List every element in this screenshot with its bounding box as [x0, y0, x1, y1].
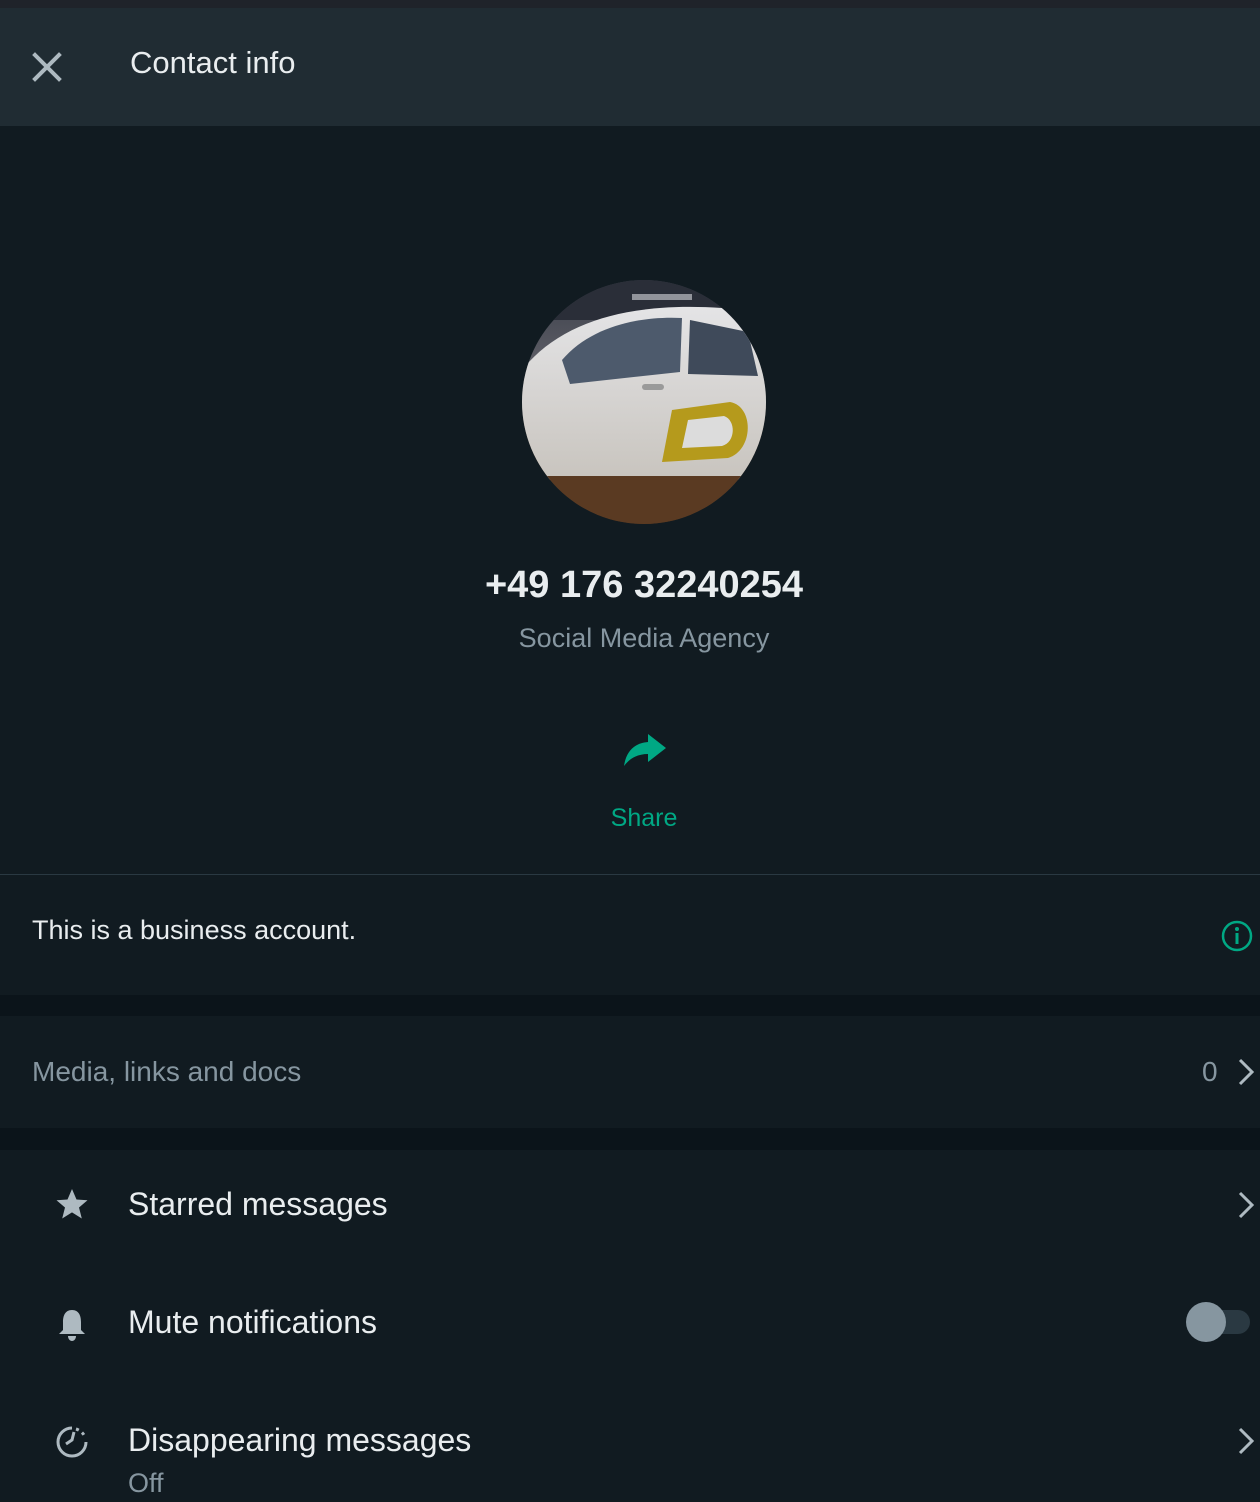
star-icon [56, 1189, 88, 1219]
page-title: Contact info [130, 45, 296, 80]
share-label: Share [610, 804, 678, 832]
timer-icon [56, 1426, 88, 1458]
disappearing-messages-status: Off [128, 1468, 164, 1498]
business-account-text: This is a business account. [32, 915, 357, 945]
section-gap [0, 995, 1260, 1016]
info-icon[interactable] [1220, 919, 1254, 953]
profile-section: +49 176 32240254 Social Media Agency Sha… [0, 126, 1260, 874]
contact-info-header: Contact info [0, 8, 1260, 126]
avatar[interactable] [522, 280, 766, 524]
mute-notifications-row[interactable]: Mute notifications [0, 1268, 1260, 1386]
section-gap [0, 1128, 1260, 1150]
starred-messages-row[interactable]: Starred messages [0, 1150, 1260, 1268]
close-icon [32, 52, 62, 82]
media-links-docs-label: Media, links and docs [32, 1056, 302, 1087]
disappearing-messages-row[interactable]: Disappearing messages Off [0, 1386, 1260, 1502]
chat-options-list: Starred messages Mute notifications Disa… [0, 1150, 1260, 1502]
media-count: 0 [1202, 1056, 1218, 1087]
share-arrow-icon [624, 734, 666, 766]
share-button[interactable]: Share [586, 722, 702, 842]
chevron-right-icon [1238, 1427, 1255, 1455]
contact-subtitle: Social Media Agency [518, 623, 770, 653]
mute-notifications-toggle[interactable] [1186, 1302, 1250, 1342]
bell-icon [59, 1310, 85, 1341]
chevron-right-icon [1238, 1191, 1255, 1219]
starred-messages-label: Starred messages [128, 1186, 388, 1222]
window-top-border [0, 0, 1260, 8]
contact-phone-number: +49 176 32240254 [484, 564, 804, 606]
avatar-photo [522, 280, 766, 524]
chevron-right-icon [1238, 1058, 1255, 1086]
disappearing-messages-label: Disappearing messages [128, 1422, 472, 1458]
media-links-docs-row[interactable]: Media, links and docs 0 [0, 1016, 1260, 1128]
business-account-notice: This is a business account. [0, 875, 1260, 995]
toggle-knob [1186, 1302, 1226, 1342]
mute-notifications-label: Mute notifications [128, 1304, 378, 1340]
close-button[interactable] [26, 46, 68, 88]
